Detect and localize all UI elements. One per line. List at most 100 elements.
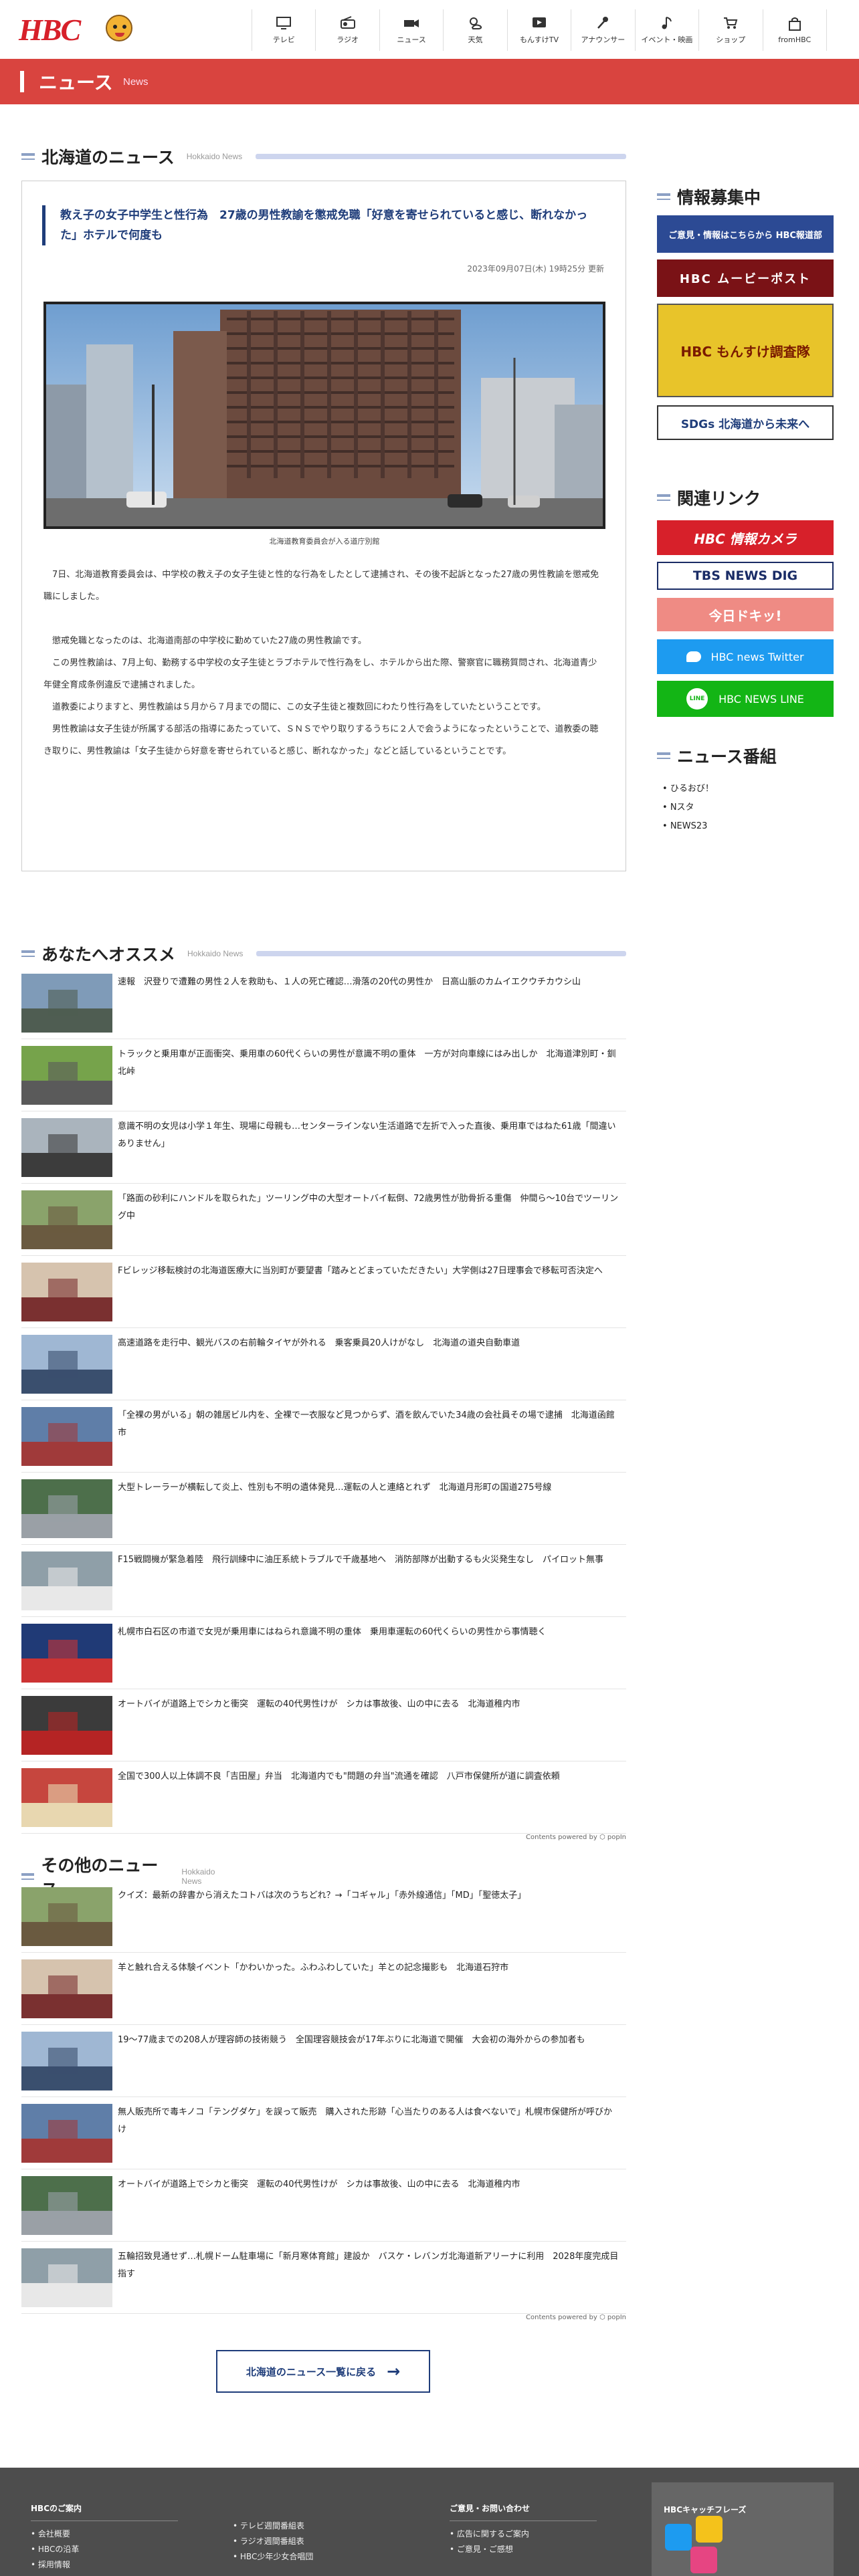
program-item[interactable]: • ひるおび！ <box>662 780 714 798</box>
article-paragraph <box>43 608 605 630</box>
news-thumbnail <box>21 2176 112 2235</box>
powered-by: Contents powered by ⬡ popIn <box>526 2314 626 2321</box>
global-nav: テレビ ラジオ ニュース 天気 もんすけTV アナウンサー イベント・映画 ショ… <box>252 9 827 51</box>
footer-link[interactable]: • ラジオ週間番組表 <box>233 2535 313 2547</box>
news-headline: Fビレッジ移転検討の北海道医療大に当別町が要望書「踏みとどまっていただきたい」大… <box>118 1266 603 1276</box>
nav-label: イベント・映画 <box>641 35 693 44</box>
news-list-item[interactable]: 大型トレーラーが横転して炎上、性別も不明の遺体発見…運転の人と連絡とれず 北海道… <box>21 1479 626 1545</box>
footer-title: ご意見・お問い合わせ <box>450 2504 531 2513</box>
news-list-item[interactable]: 19～77歳までの208人が理容師の技術競う 全国理容競技会が17年ぶりに北海道… <box>21 2032 626 2097</box>
powered-by: Contents powered by ⬡ popIn <box>526 1834 626 1841</box>
banner-text: HBC もんすけ調査隊 <box>680 343 810 360</box>
news-list-item[interactable]: 全国で300人以上体調不良「吉田屋」弁当 北海道内でも"問題の弁当"流通を確認 … <box>21 1768 626 1834</box>
nav-monsuke-tv[interactable]: もんすけTV <box>506 9 571 51</box>
footer-link[interactable]: • テレビ週間番組表 <box>233 2520 313 2531</box>
link-line[interactable]: LINE HBC NEWS LINE <box>657 681 834 717</box>
footer-col-about: HBCのご案内 • 会社概要 • HBCの沿革 • 採用情報 <box>31 2502 178 2574</box>
news-list-item[interactable]: 無人販売所で毒キノコ「テングダケ」を誤って販売 購入された形跡「心当たりのある人… <box>21 2104 626 2169</box>
article-paragraph: 懲戒免職となったのは、北海道南部の中学校に勤めていた27歳の男性教諭です。 <box>43 636 367 646</box>
nav-radio[interactable]: ラジオ <box>315 9 379 51</box>
news-list-item[interactable]: Fビレッジ移転検討の北海道医療大に当別町が要望書「踏みとどまっていただきたい」大… <box>21 1263 626 1328</box>
tv-icon <box>276 17 292 29</box>
news-list-item[interactable]: オートバイが道路上でシカと衝突 運転の40代男性けが シカは事故後、山の中に去る… <box>21 2176 626 2242</box>
program-label: NEWS23 <box>670 821 708 831</box>
program-label: ひるおび！ <box>670 784 714 794</box>
footer-link-label: 広告に関するご案内 <box>456 2529 529 2539</box>
link-text: HBC 情報カメラ <box>694 530 797 547</box>
banner-hbc-news-dept[interactable]: ご意見・情報はこちらから HBC報道部 <box>657 215 834 253</box>
banner-movie-post[interactable]: HBC ムービーポスト <box>657 259 834 297</box>
footer-link[interactable]: • 会社概要 <box>31 2528 178 2539</box>
cart-icon <box>724 17 738 29</box>
nav-label: 天気 <box>468 35 483 44</box>
footer-catchphrase: HBCキャッチフレーズ <box>652 2482 834 2576</box>
news-list-item[interactable]: 意識不明の女児は小学１年生、現場に母親も…センターラインない生活道路で左折で入っ… <box>21 1118 626 1184</box>
category-band: ニュース News <box>0 59 859 104</box>
footer-link[interactable]: • 広告に関するご案内 <box>450 2528 597 2539</box>
news-list-item[interactable]: 札幌市白石区の市道で女児が乗用車にはねられ意識不明の重体 乗用車運転の60代くら… <box>21 1624 626 1689</box>
link-tbs-news-dig[interactable]: TBS NEWS DIG <box>657 562 834 590</box>
article-paragraph: 道教委によりますと、男性教諭は５月から７月までの間に、この女子生徒と複数回にわた… <box>43 702 546 712</box>
footer-col-programs: • テレビ週間番組表 • ラジオ週間番組表 • HBC少年少女合唱団 <box>233 2520 313 2566</box>
photo-caption: 北海道教育委員会が入る道庁別館 <box>269 537 380 546</box>
news-list-item[interactable]: F15戦闘機が緊急着陸 飛行訓練中に油圧系統トラブルで千歳基地へ 消防部隊が出動… <box>21 1551 626 1617</box>
nav-announcer[interactable]: アナウンサー <box>571 9 634 51</box>
news-list-item[interactable]: 五輪招致見通せず…札幌ドーム駐車場に「新月寒体育館」建設か バスケ・レバンガ北海… <box>21 2248 626 2314</box>
news-headline: 全国で300人以上体調不良「吉田屋」弁当 北海道内でも"問題の弁当"流通を確認 … <box>118 1772 560 1782</box>
news-list-item[interactable]: トラックと乗用車が正面衝突、乗用車の60代くらいの男性が意識不明の重体 一方が対… <box>21 1046 626 1111</box>
program-item[interactable]: • NEWS23 <box>662 817 714 836</box>
news-list-item[interactable]: 羊と触れ合える体験イベント「かわいかった。ふわふわしていた」羊との記念撮影も 北… <box>21 1959 626 2025</box>
news-thumbnail <box>21 2104 112 2163</box>
nav-fromhbc[interactable]: fromHBC <box>762 9 827 51</box>
news-thumbnail <box>21 1263 112 1321</box>
nav-label: テレビ <box>272 35 295 44</box>
nav-news[interactable]: ニュース <box>379 9 443 51</box>
heading-line <box>256 951 626 956</box>
news-thumbnail <box>21 1335 112 1394</box>
news-list-item[interactable]: 速報 沢登りで遭難の男性２人を救助も、１人の死亡確認…滑落の20代の男性か 日高… <box>21 974 626 1039</box>
footer-link[interactable]: • HBC少年少女合唱団 <box>233 2551 313 2562</box>
recruit-heading: 情報募集中 <box>657 185 761 209</box>
footer-link[interactable]: • ご意見・ご感想 <box>450 2543 597 2555</box>
news-headline: クイズ：最新の辞書から消えたコトバは次のうちどれ？→「コギャル」「赤外線通信」「… <box>118 1891 527 1901</box>
link-twitter[interactable]: HBC news Twitter <box>657 639 834 674</box>
nav-tv[interactable]: テレビ <box>252 9 315 51</box>
nav-label: ショップ <box>716 35 746 44</box>
banner-sdgs[interactable]: SDGs 北海道から未来へ <box>657 405 834 440</box>
news-thumbnail <box>21 974 112 1033</box>
footer-link[interactable]: • 採用情報 <box>31 2559 178 2570</box>
music-note-icon <box>662 17 672 29</box>
footer-divider <box>31 2520 178 2521</box>
news-headline: オートバイが道路上でシカと衝突 運転の40代男性けが シカは事故後、山の中に去る… <box>118 1699 520 1709</box>
news-list-item[interactable]: クイズ：最新の辞書から消えたコトバは次のうちどれ？→「コギャル」「赤外線通信」「… <box>21 1887 626 1953</box>
nav-weather[interactable]: 天気 <box>443 9 506 51</box>
catch-tile-tsu <box>696 2516 723 2543</box>
footer-link[interactable]: • HBCの沿革 <box>31 2543 178 2555</box>
nav-shop[interactable]: ショップ <box>698 9 762 51</box>
link-kyou-doki[interactable]: 今日ドキッ! <box>657 598 834 631</box>
line-icon: LINE <box>686 688 708 710</box>
news-headline: 速報 沢登りで遭難の男性２人を救助も、１人の死亡確認…滑落の20代の男性か 日高… <box>118 977 581 987</box>
hbc-logo[interactable]: HBC <box>19 12 81 47</box>
link-hbc-camera[interactable]: HBC 情報カメラ <box>657 520 834 555</box>
program-item[interactable]: • Nスタ <box>662 798 714 817</box>
news-list-item[interactable]: 「路面の砂利にハンドルを取られた」ツーリング中の大型オートバイ転倒、72歳男性が… <box>21 1190 626 1256</box>
news-headline: 19～77歳までの208人が理容師の技術競う 全国理容競技会が17年ぶりに北海道… <box>118 2035 585 2045</box>
article-body: 7日、北海道教育委員会は、中学校の教え子の女子生徒と性的な行為をしたとして逮捕さ… <box>43 564 605 762</box>
footer-link-label: HBCの沿革 <box>37 2545 80 2554</box>
news-list-item[interactable]: 「全裸の男がいる」朝の雑居ビル内を、全裸で一衣服など見つからず、酒を飲んでいた3… <box>21 1407 626 1473</box>
news-headline: 羊と触れ合える体験イベント「かわいかった。ふわふわしていた」羊との記念撮影も 北… <box>118 1963 509 1973</box>
nav-label: ラジオ <box>337 35 359 44</box>
banner-text: HBC ムービーポスト <box>679 272 812 286</box>
footer-divider <box>450 2520 597 2521</box>
news-headline: 「全裸の男がいる」朝の雑居ビル内を、全裸で一衣服など見つからず、酒を飲んでいた3… <box>118 1410 615 1438</box>
button-label: 北海道のニュース一覧に戻る <box>246 2365 377 2378</box>
category-subtitle: News <box>123 76 149 88</box>
news-list-item[interactable]: オートバイが道路上でシカと衝突 運転の40代男性けが シカは事故後、山の中に去る… <box>21 1696 626 1761</box>
nav-event[interactable]: イベント・映画 <box>634 9 698 51</box>
play-icon <box>532 17 546 27</box>
banner-monsuke-survey[interactable]: HBC もんすけ調査隊 <box>657 304 834 397</box>
news-list-item[interactable]: 高速道路を走行中、観光バスの右前輪タイヤが外れる 乗客乗員20人けがなし 北海道… <box>21 1335 626 1400</box>
radio-icon <box>340 16 355 29</box>
back-to-news-list-button[interactable]: 北海道のニュース一覧に戻る → <box>216 2350 430 2393</box>
